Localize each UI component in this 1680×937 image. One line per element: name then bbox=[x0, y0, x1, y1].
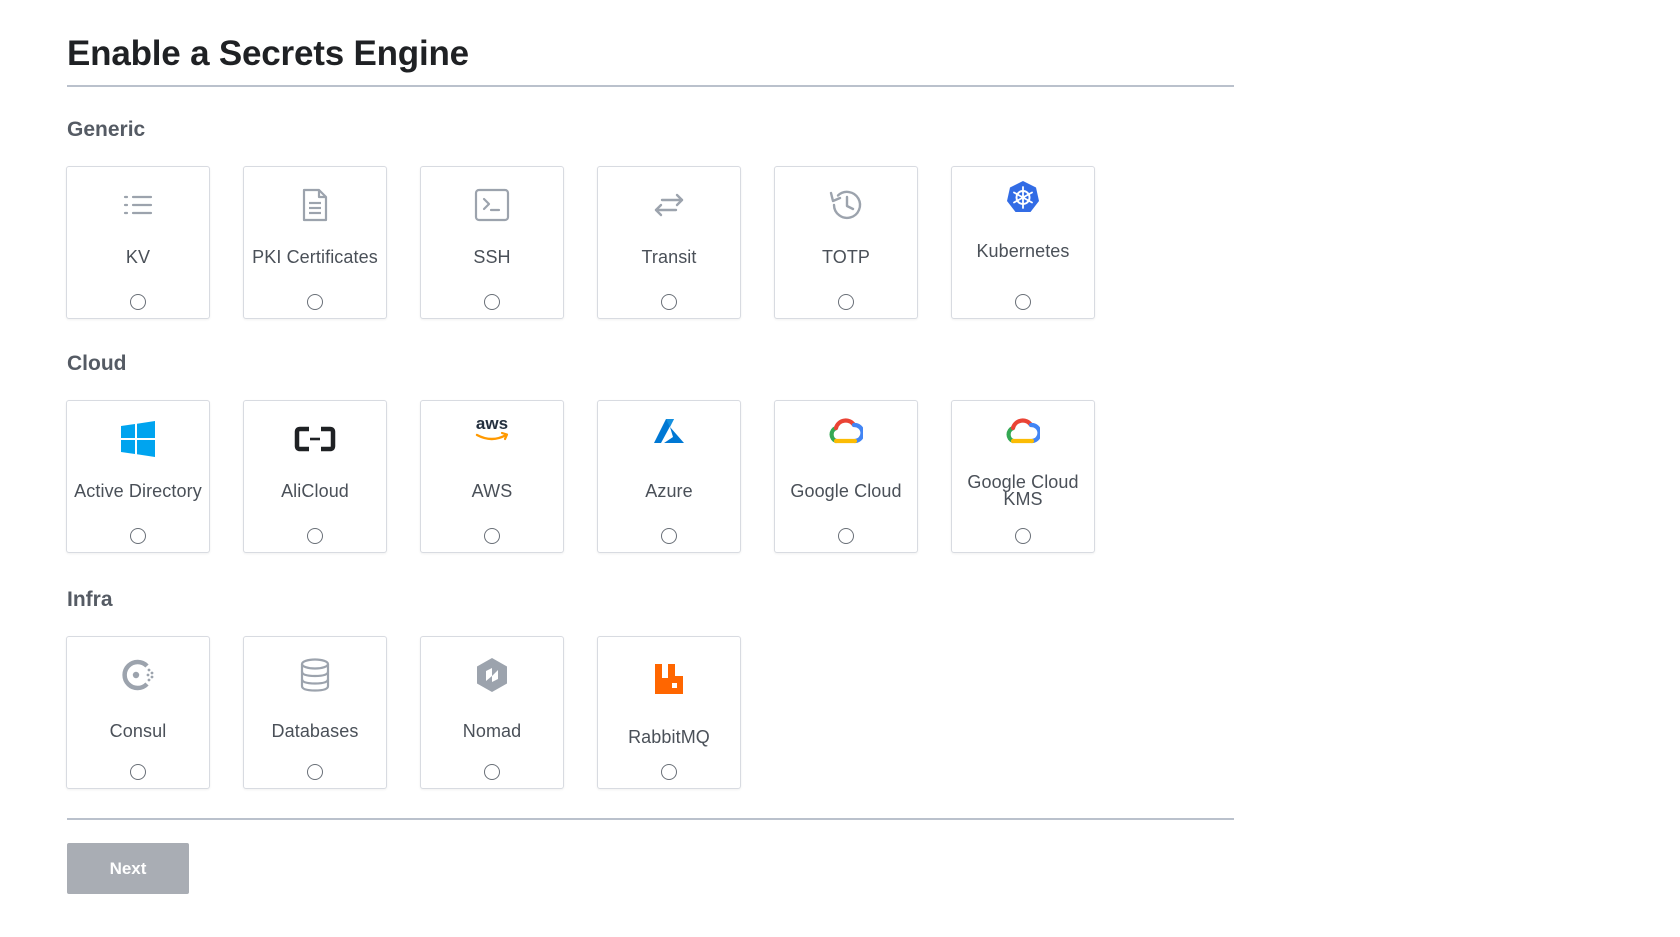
engine-tile-nomad[interactable]: Nomad bbox=[420, 636, 564, 789]
swap-arrows-icon bbox=[647, 183, 691, 227]
group-label-cloud: Cloud bbox=[67, 352, 127, 375]
engine-tile-google-cloud[interactable]: Google Cloud bbox=[774, 400, 918, 553]
engine-radio-consul[interactable] bbox=[130, 764, 146, 780]
engine-radio-pki-certificates[interactable] bbox=[307, 294, 323, 310]
engine-tile-rabbitmq[interactable]: RabbitMQ bbox=[597, 636, 741, 789]
consul-icon bbox=[116, 653, 160, 697]
engine-tile-kubernetes[interactable]: Kubernetes bbox=[951, 166, 1095, 319]
engine-tile-ssh[interactable]: SSH bbox=[420, 166, 564, 319]
engine-label: RabbitMQ bbox=[628, 726, 710, 747]
engine-radio-active-directory[interactable] bbox=[130, 528, 146, 544]
engine-tile-databases[interactable]: Databases bbox=[243, 636, 387, 789]
title-divider bbox=[67, 85, 1234, 87]
engine-label: Kubernetes bbox=[976, 240, 1070, 261]
engine-radio-kubernetes[interactable] bbox=[1015, 294, 1031, 310]
google-cloud-icon bbox=[1001, 409, 1045, 453]
kubernetes-icon bbox=[1001, 175, 1045, 219]
engine-radio-nomad[interactable] bbox=[484, 764, 500, 780]
list-icon bbox=[116, 183, 160, 227]
database-icon bbox=[293, 653, 337, 697]
engine-label: AliCloud bbox=[281, 480, 349, 501]
windows-icon bbox=[116, 417, 160, 461]
engine-radio-azure[interactable] bbox=[661, 528, 677, 544]
engine-label: AWS bbox=[471, 480, 513, 501]
engine-label: PKI Certificates bbox=[252, 246, 378, 267]
aws-icon: aws bbox=[470, 407, 514, 451]
engine-radio-transit[interactable] bbox=[661, 294, 677, 310]
engine-label: Databases bbox=[271, 720, 359, 741]
nomad-icon bbox=[470, 653, 514, 697]
engine-tile-consul[interactable]: Consul bbox=[66, 636, 210, 789]
engine-radio-google-cloud[interactable] bbox=[838, 528, 854, 544]
engine-radio-rabbitmq[interactable] bbox=[661, 764, 677, 780]
svg-text:aws: aws bbox=[476, 414, 508, 433]
alicloud-icon bbox=[293, 417, 337, 461]
engine-label: TOTP bbox=[821, 246, 871, 267]
engine-label: Google Cloud bbox=[790, 480, 902, 501]
google-cloud-icon bbox=[824, 409, 868, 453]
engine-tile-active-directory[interactable]: Active Directory bbox=[66, 400, 210, 553]
engine-tile-aws[interactable]: aws AWS bbox=[420, 400, 564, 553]
generic-engines-row: KV PKI Certificates SSH Transit TOTP Kub… bbox=[66, 166, 1095, 319]
next-button[interactable]: Next bbox=[67, 843, 189, 894]
engine-radio-aws[interactable] bbox=[484, 528, 500, 544]
history-clock-icon bbox=[824, 183, 868, 227]
page-title: Enable a Secrets Engine bbox=[67, 34, 469, 73]
engine-label: KV bbox=[125, 246, 151, 267]
rabbitmq-icon bbox=[647, 657, 691, 701]
document-icon bbox=[293, 183, 337, 227]
azure-icon bbox=[647, 409, 691, 453]
engine-tile-alicloud[interactable]: AliCloud bbox=[243, 400, 387, 553]
engine-radio-totp[interactable] bbox=[838, 294, 854, 310]
engine-label: Transit bbox=[641, 246, 697, 267]
engine-radio-databases[interactable] bbox=[307, 764, 323, 780]
engine-radio-alicloud[interactable] bbox=[307, 528, 323, 544]
engine-label: SSH bbox=[473, 246, 511, 267]
engine-tile-google-cloud-kms[interactable]: Google Cloud KMS bbox=[951, 400, 1095, 553]
engine-radio-google-cloud-kms[interactable] bbox=[1015, 528, 1031, 544]
engine-label: Google Cloud KMS bbox=[967, 472, 1079, 509]
engine-radio-kv[interactable] bbox=[130, 294, 146, 310]
engine-tile-pki-certificates[interactable]: PKI Certificates bbox=[243, 166, 387, 319]
engine-label: Nomad bbox=[462, 720, 522, 741]
enable-secrets-engine-page: Enable a Secrets Engine Generic KV PKI C… bbox=[0, 0, 1680, 937]
engine-tile-totp[interactable]: TOTP bbox=[774, 166, 918, 319]
engine-label: Azure bbox=[645, 480, 693, 501]
engine-tile-azure[interactable]: Azure bbox=[597, 400, 741, 553]
cloud-engines-row: Active Directory AliCloud aws AWS Azure … bbox=[66, 400, 1095, 553]
engine-radio-ssh[interactable] bbox=[484, 294, 500, 310]
group-label-generic: Generic bbox=[67, 118, 146, 141]
engine-tile-kv[interactable]: KV bbox=[66, 166, 210, 319]
engine-label: Active Directory bbox=[74, 480, 202, 501]
infra-engines-row: Consul Databases Nomad RabbitMQ bbox=[66, 636, 741, 789]
engine-label: Consul bbox=[109, 720, 167, 741]
terminal-icon bbox=[470, 183, 514, 227]
form-footer-divider bbox=[67, 818, 1234, 820]
engine-tile-transit[interactable]: Transit bbox=[597, 166, 741, 319]
group-label-infra: Infra bbox=[67, 588, 113, 611]
